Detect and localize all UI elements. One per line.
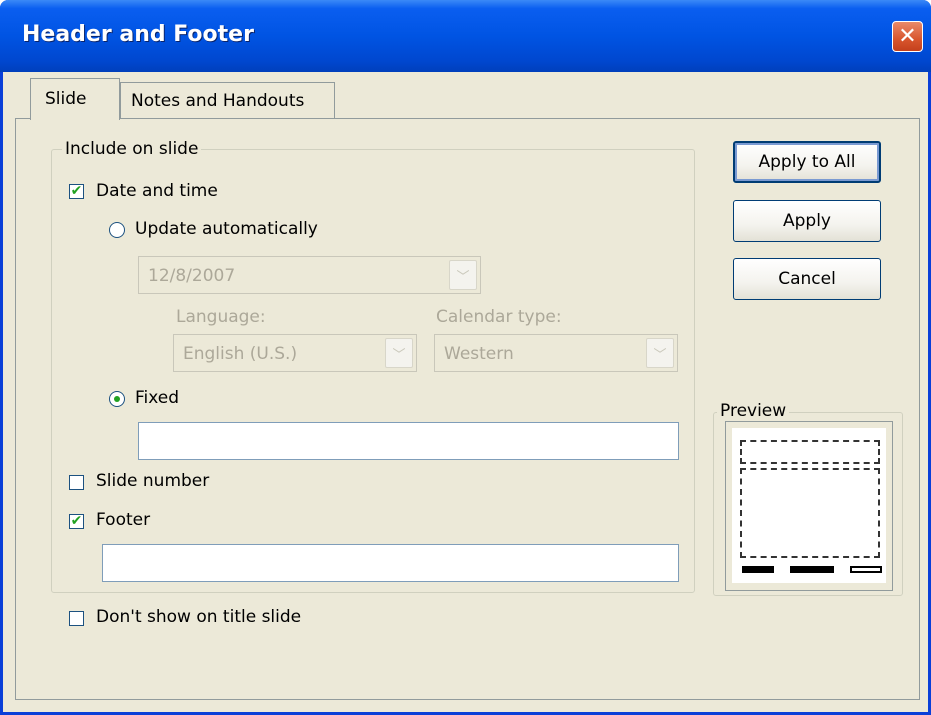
calendar-type-dropdown[interactable]: Western ﹀ — [434, 334, 678, 372]
preview-date-placeholder — [742, 566, 774, 573]
calendar-type-value: Western — [444, 344, 514, 364]
dont-show-title-checkbox[interactable] — [69, 611, 84, 626]
include-on-slide-caption: Include on slide — [62, 139, 202, 159]
slide-preview — [725, 421, 893, 591]
language-value: English (U.S.) — [183, 344, 298, 364]
title-bar[interactable]: Header and Footer ✕ — [0, 0, 931, 72]
chevron-down-icon[interactable]: ﹀ — [646, 338, 674, 368]
preview-body-placeholder — [740, 468, 880, 558]
date-format-value: 12/8/2007 — [148, 266, 236, 286]
date-format-dropdown[interactable]: 12/8/2007 ﹀ — [138, 256, 481, 294]
update-automatically-radio[interactable] — [109, 222, 125, 238]
footer-label[interactable]: Footer — [96, 510, 150, 530]
preview-caption: Preview — [717, 401, 790, 421]
preview-footer-placeholder — [790, 566, 834, 573]
update-automatically-label[interactable]: Update automatically — [135, 219, 318, 239]
slide-number-checkbox[interactable] — [69, 475, 84, 490]
tab-notes-and-handouts[interactable]: Notes and Handouts — [120, 82, 335, 118]
fixed-radio[interactable] — [109, 391, 125, 407]
fixed-label[interactable]: Fixed — [135, 388, 179, 408]
apply-to-all-button[interactable]: Apply to All — [733, 141, 881, 183]
tab-notes-label: Notes and Handouts — [131, 91, 305, 111]
date-time-label[interactable]: Date and time — [96, 181, 218, 201]
chevron-down-icon[interactable]: ﹀ — [385, 338, 413, 368]
language-dropdown[interactable]: English (U.S.) ﹀ — [173, 334, 417, 372]
footer-checkbox[interactable]: ✔ — [69, 514, 84, 529]
apply-button[interactable]: Apply — [733, 200, 881, 242]
preview-slide-page — [732, 428, 886, 583]
tab-slide-label: Slide — [45, 89, 87, 109]
chevron-down-icon[interactable]: ﹀ — [449, 260, 477, 290]
slide-tab-panel: Include on slide ✔ Date and time Update … — [15, 118, 920, 700]
preview-title-placeholder — [740, 440, 880, 464]
tab-slide[interactable]: Slide — [30, 78, 120, 120]
footer-text-input[interactable] — [102, 544, 679, 582]
dont-show-title-label[interactable]: Don't show on title slide — [96, 607, 301, 627]
date-time-checkbox[interactable]: ✔ — [69, 184, 84, 199]
header-footer-dialog: Header and Footer ✕ Notes and Handouts S… — [0, 0, 931, 715]
cancel-button[interactable]: Cancel — [733, 258, 881, 300]
close-icon[interactable]: ✕ — [892, 21, 923, 52]
preview-slide-number-placeholder — [850, 566, 882, 573]
dialog-title: Header and Footer — [22, 22, 254, 47]
fixed-date-input[interactable] — [138, 422, 679, 460]
calendar-type-label: Calendar type: — [436, 307, 562, 327]
language-label: Language: — [176, 307, 266, 327]
slide-number-label[interactable]: Slide number — [96, 471, 209, 491]
radio-selected-dot — [114, 396, 120, 402]
